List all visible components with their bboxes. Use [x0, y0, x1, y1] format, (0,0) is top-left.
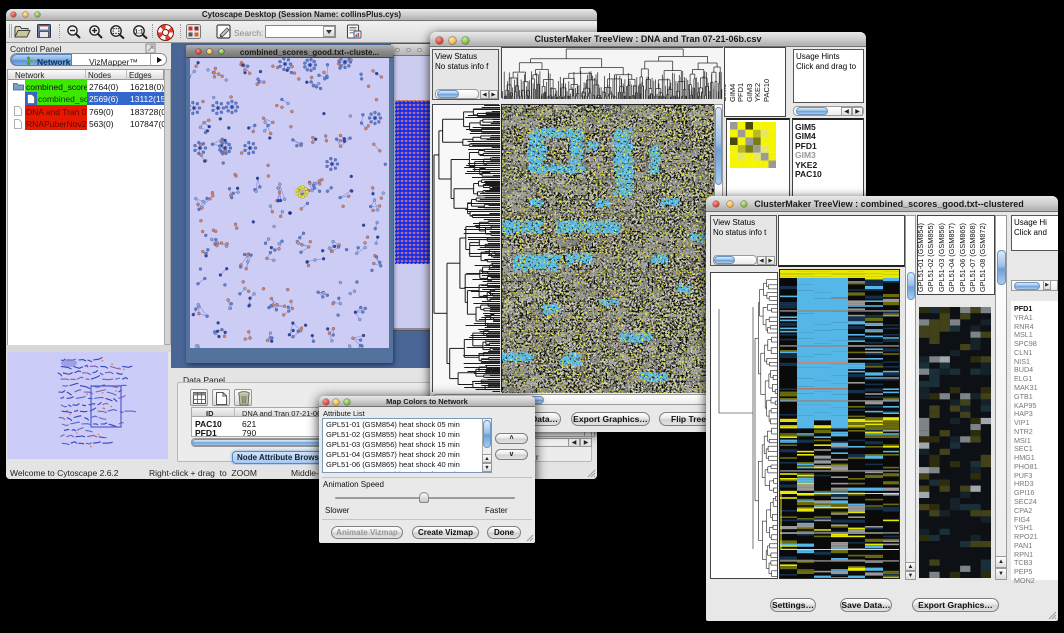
svg-text:1:1: 1:1: [135, 29, 144, 35]
